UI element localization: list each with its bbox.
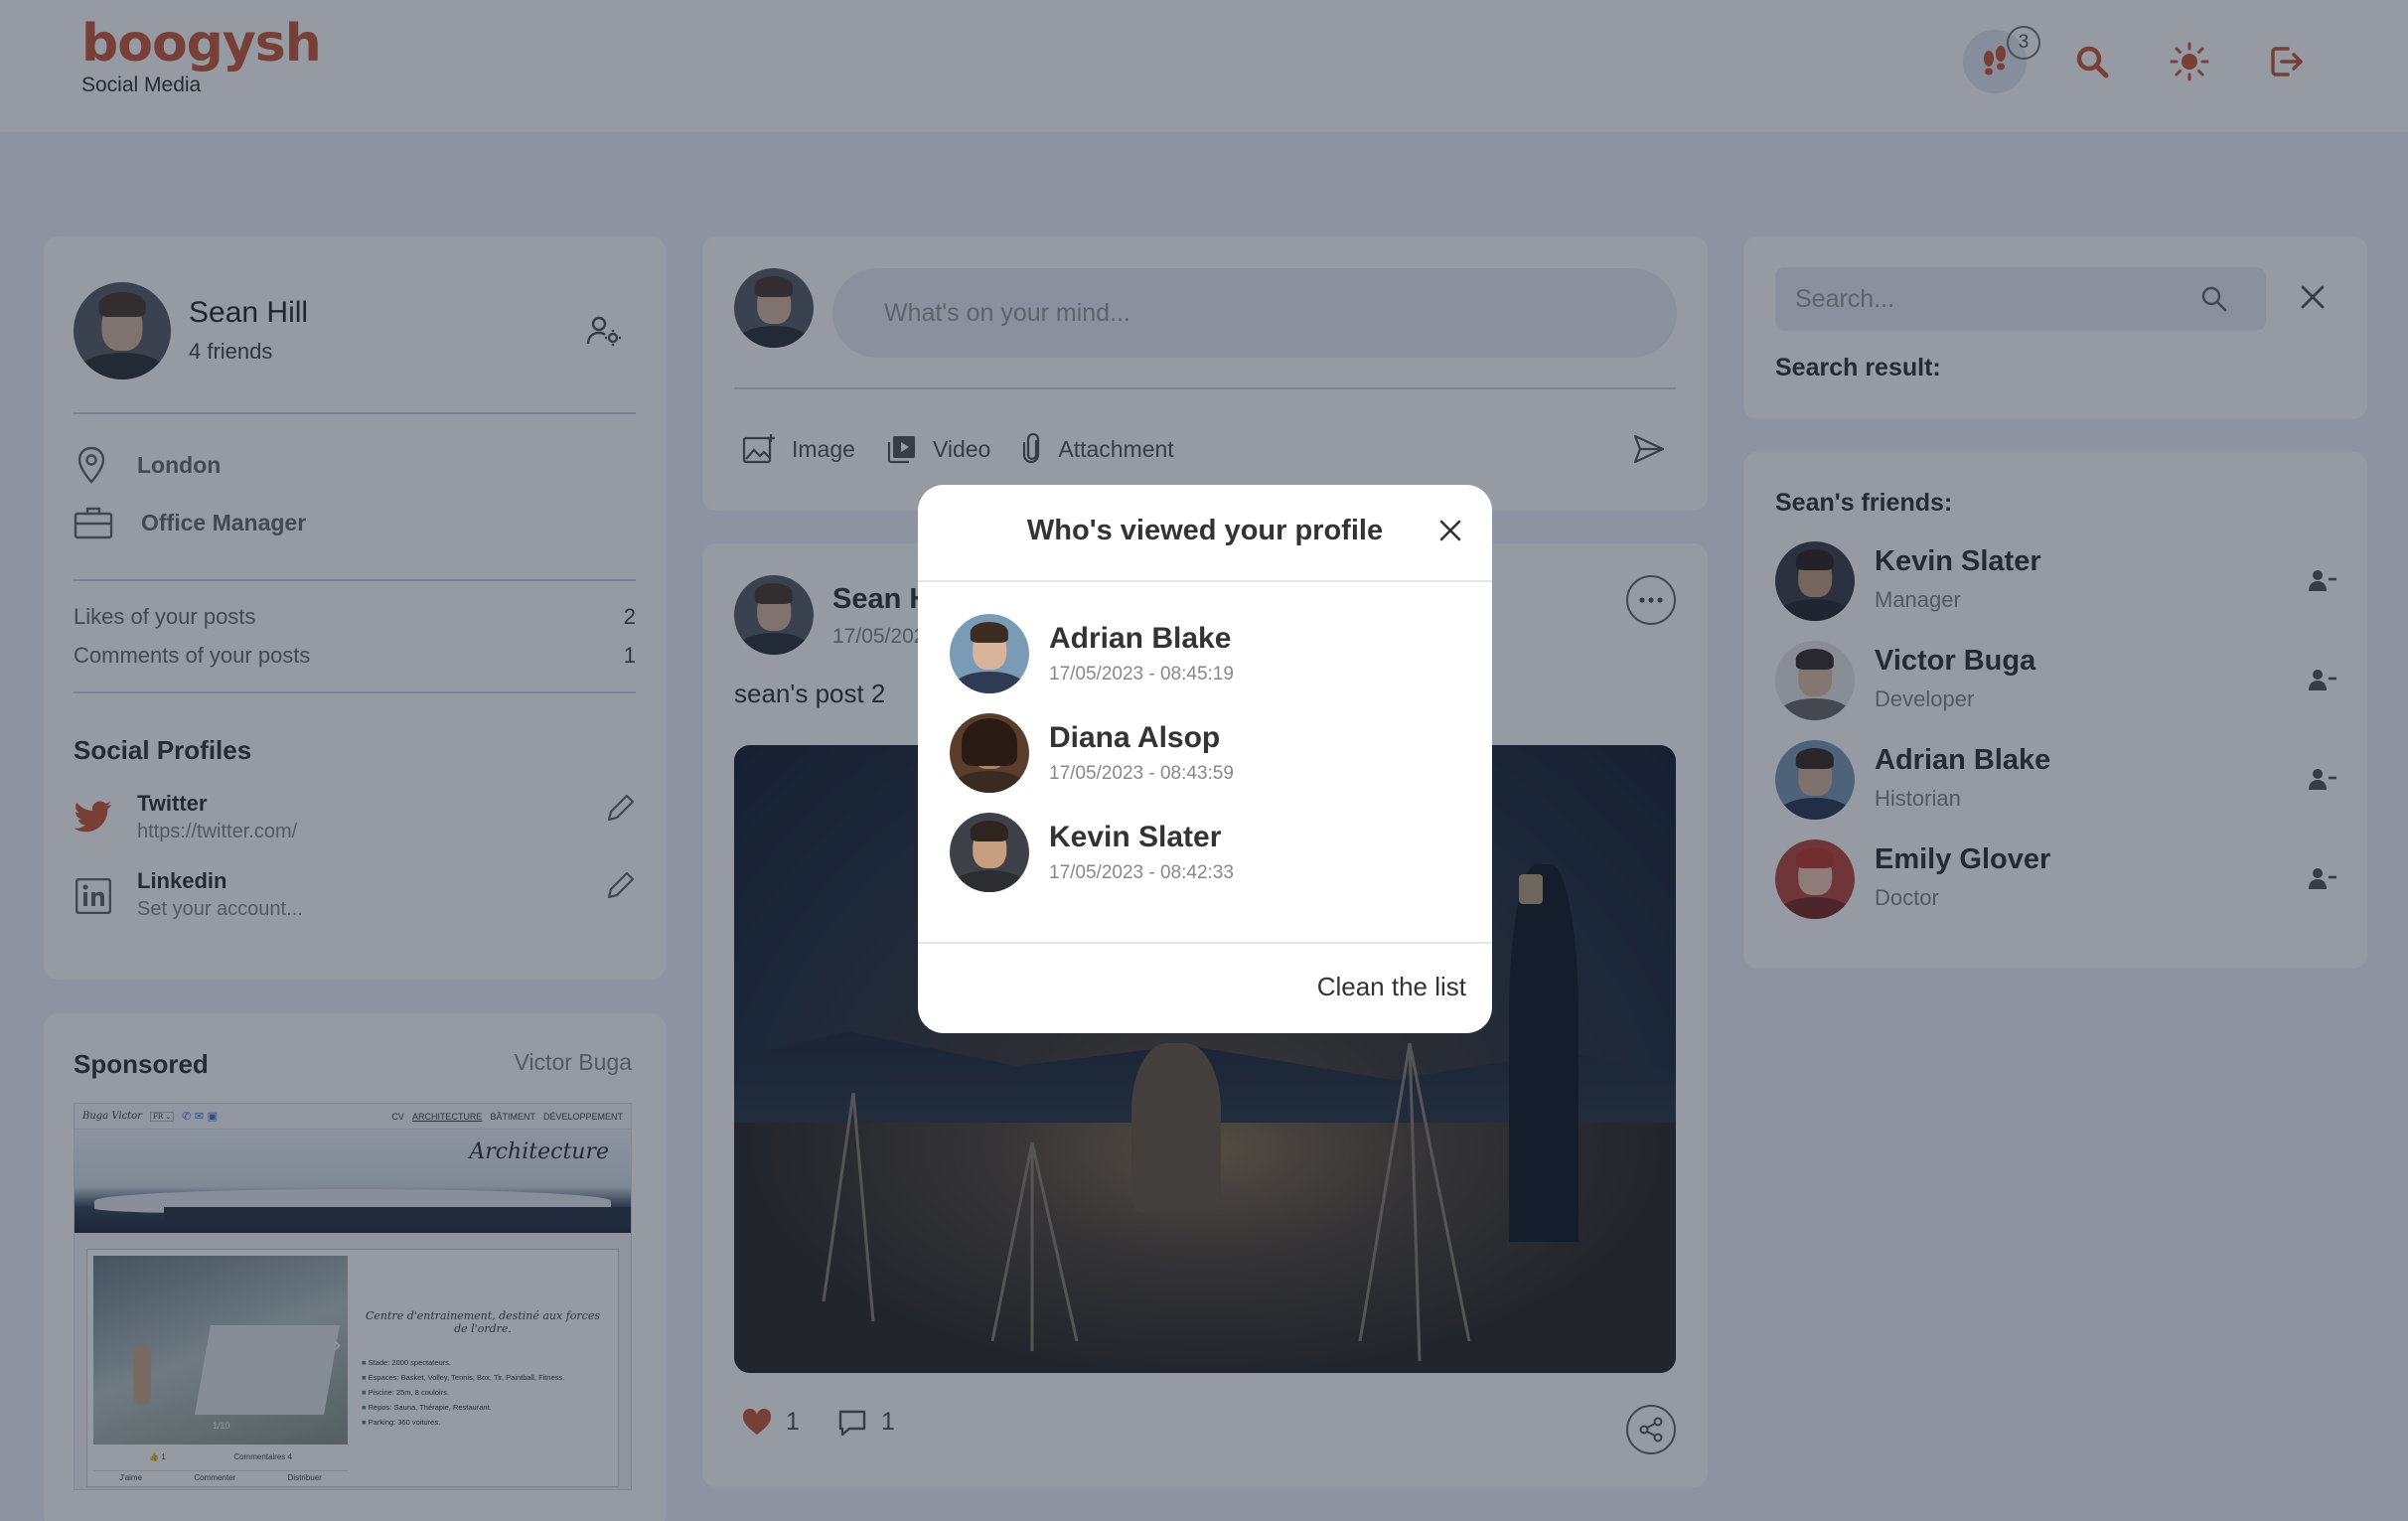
viewer-item[interactable]: Kevin Slater 17/05/2023 - 08:42:33 [950,813,1460,894]
viewer-name[interactable]: Diana Alsop [1049,721,1220,755]
viewer-item[interactable]: Diana Alsop 17/05/2023 - 08:43:59 [950,713,1460,795]
viewer-time: 17/05/2023 - 08:43:59 [1049,763,1234,784]
avatar[interactable] [950,713,1029,793]
viewer-item[interactable]: Adrian Blake 17/05/2023 - 08:45:19 [950,614,1460,695]
viewer-time: 17/05/2023 - 08:45:19 [1049,664,1234,684]
divider [918,942,1492,944]
avatar[interactable] [950,614,1029,693]
viewer-time: 17/05/2023 - 08:42:33 [1049,862,1234,883]
profile-viewers-modal: Who's viewed your profile Adrian Blake 1… [918,485,1492,1033]
close-modal-button[interactable] [1438,519,1462,546]
divider [918,580,1492,582]
viewer-name[interactable]: Adrian Blake [1049,622,1231,656]
clean-list-button[interactable]: Clean the list [1317,972,1466,1002]
modal-title: Who's viewed your profile [1026,515,1384,546]
close-icon [1439,520,1461,541]
viewer-name[interactable]: Kevin Slater [1049,821,1221,854]
avatar[interactable] [950,813,1029,892]
